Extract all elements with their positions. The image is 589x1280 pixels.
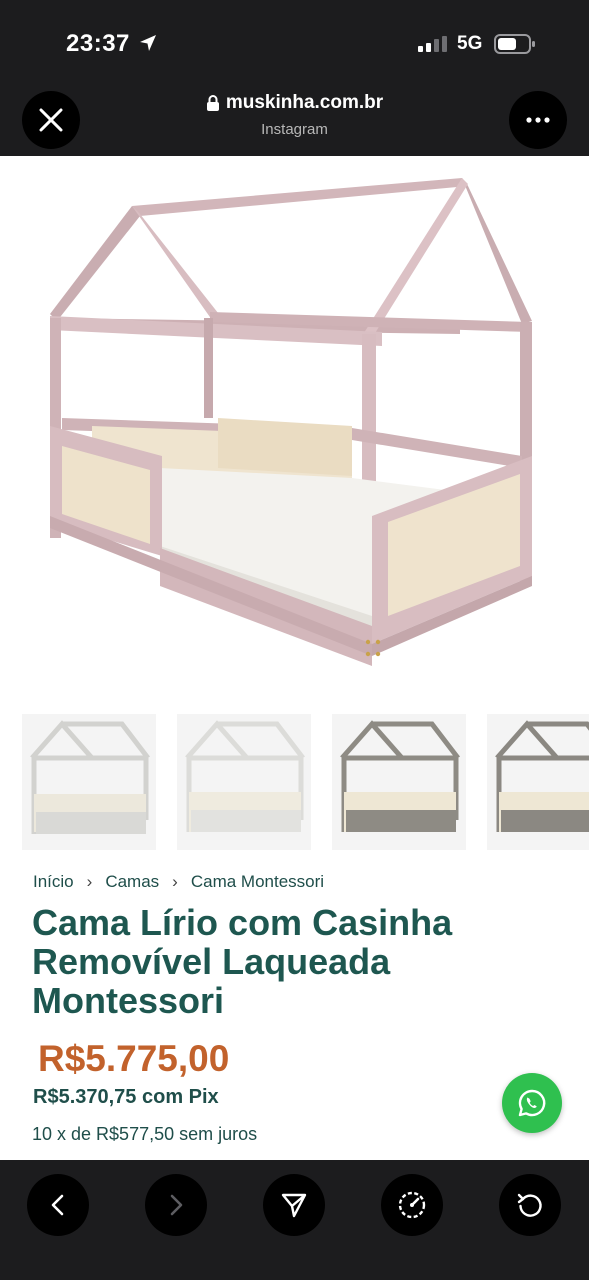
more-icon — [526, 117, 550, 123]
source-label: Instagram — [261, 121, 328, 138]
domain-label: muskinha.com.br — [225, 92, 384, 113]
network-type: 5G — [457, 33, 483, 54]
forward-button[interactable] — [145, 1174, 207, 1236]
thumbnail-bed-image — [30, 720, 150, 834]
thumbnail-3[interactable] — [332, 714, 466, 850]
signal-icon — [418, 36, 447, 52]
thumbnail-bed-image — [185, 720, 305, 832]
location-arrow-icon — [140, 35, 156, 51]
forward-icon — [170, 1194, 183, 1216]
speed-button[interactable] — [381, 1174, 443, 1236]
thumbnail-2[interactable] — [177, 714, 311, 850]
thumbnail-strip[interactable] — [0, 714, 589, 850]
whatsapp-button[interactable] — [502, 1073, 562, 1133]
breadcrumb-separator: › — [86, 872, 93, 891]
breadcrumb-montessori-link[interactable]: Cama Montessori — [191, 872, 324, 892]
product-title: Cama Lírio com Casinha Removível Laquead… — [32, 902, 453, 1021]
reload-icon — [517, 1193, 542, 1217]
more-options-button[interactable] — [509, 91, 567, 149]
status-bar: 23:37 5G — [0, 0, 589, 88]
product-price: R$5.775,00 — [38, 1038, 230, 1079]
browser-topbar: 23:37 5G muskinha.com.br Instagram — [0, 0, 589, 156]
pix-price: R$5.370,75 com Pix — [33, 1086, 219, 1108]
address-display[interactable]: muskinha.com.br Instagram — [0, 92, 589, 138]
breadcrumb: Início › Camas › Cama Montessori — [33, 872, 324, 892]
share-button[interactable] — [263, 1174, 325, 1236]
bed-illustration — [50, 178, 532, 666]
whatsapp-icon — [518, 1089, 546, 1117]
battery-icon — [494, 34, 535, 54]
back-icon — [51, 1194, 64, 1216]
lock-icon — [206, 94, 219, 111]
breadcrumb-camas-link[interactable]: Camas — [105, 872, 159, 892]
back-button[interactable] — [27, 1174, 89, 1236]
breadcrumb-separator: › — [172, 872, 178, 891]
thumbnail-1[interactable] — [22, 714, 156, 850]
browser-bottom-toolbar — [0, 1160, 589, 1280]
installments-info: 10 x de R$577,50 sem juros — [32, 1124, 258, 1144]
speed-icon — [398, 1191, 426, 1219]
thumbnail-bed-image — [340, 720, 460, 832]
status-time: 23:37 — [66, 30, 130, 57]
reload-button[interactable] — [499, 1174, 561, 1236]
product-main-image[interactable] — [22, 156, 566, 692]
thumbnail-bed-image — [495, 720, 589, 832]
breadcrumb-home-link[interactable]: Início — [33, 872, 74, 892]
share-icon — [281, 1193, 307, 1218]
thumbnail-4[interactable] — [487, 714, 589, 850]
